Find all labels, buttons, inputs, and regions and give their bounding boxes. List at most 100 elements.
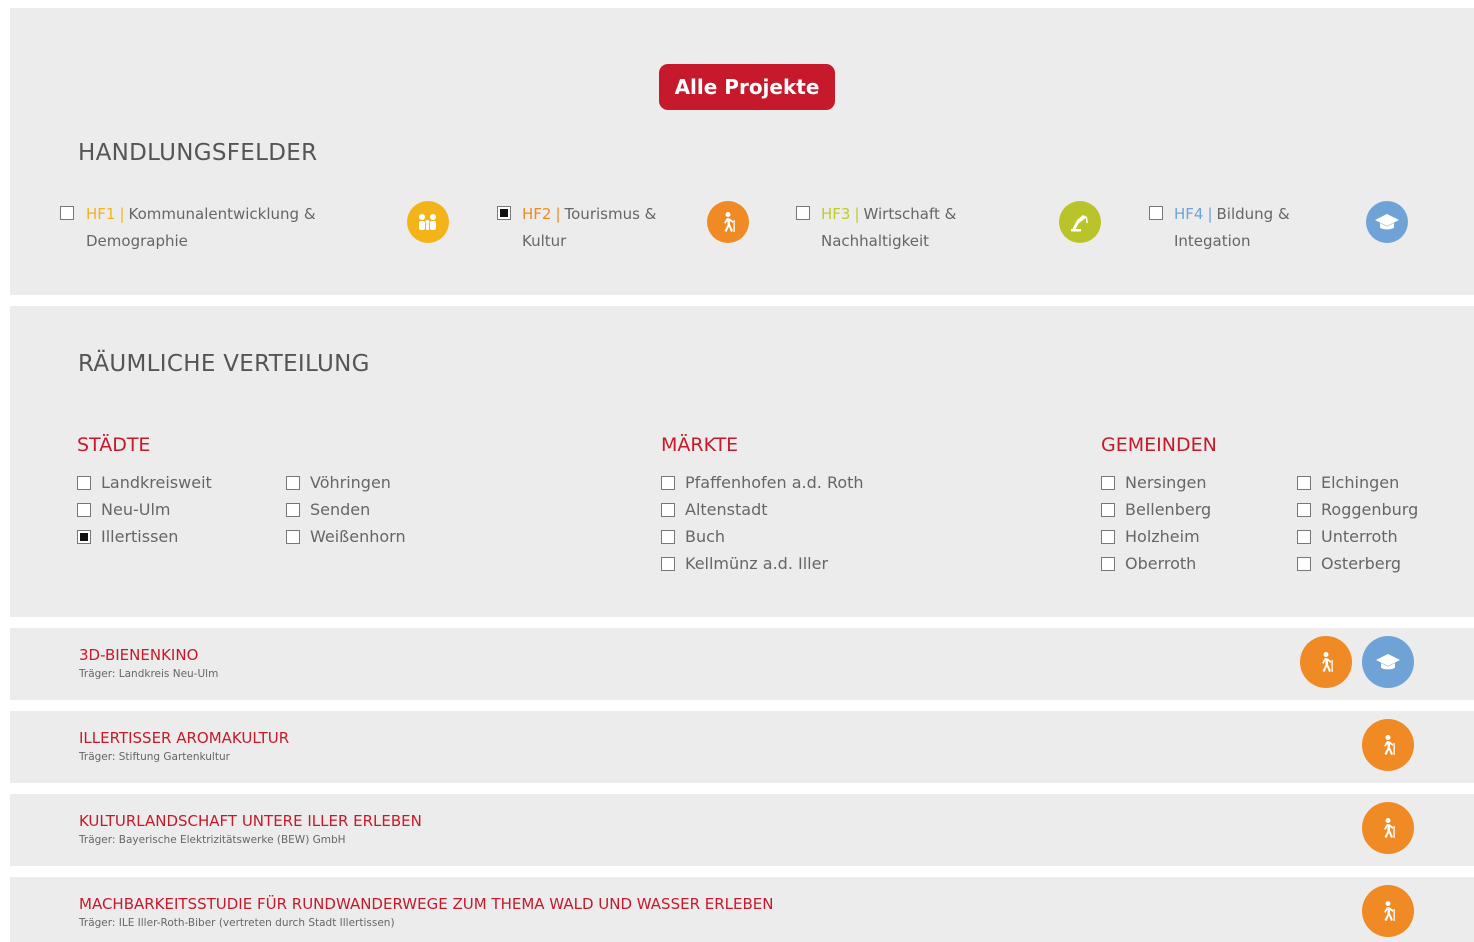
location-option[interactable]: Illertissen bbox=[77, 528, 178, 546]
hiker-icon bbox=[1362, 885, 1414, 937]
project-traeger: Träger: ILE Iller-Roth-Biber (vertreten … bbox=[79, 917, 395, 929]
checkbox[interactable] bbox=[1297, 530, 1311, 544]
project-title-link[interactable]: KULTURLANDSCHAFT UNTERE ILLER ERLEBEN bbox=[79, 812, 422, 830]
hf3-checkbox[interactable] bbox=[796, 206, 810, 220]
graduation-cap-icon bbox=[1362, 636, 1414, 688]
hf2-label[interactable]: HF2 | Tourismus & Kultur bbox=[522, 201, 656, 255]
hiker-icon bbox=[1362, 802, 1414, 854]
project-row[interactable]: ILLERTISSER AROMAKULTUR Träger: Stiftung … bbox=[10, 711, 1474, 783]
hf-name-line1: Wirtschaft & bbox=[863, 205, 957, 223]
location-option-label: Unterroth bbox=[1321, 527, 1398, 546]
location-option-label: Buch bbox=[685, 527, 726, 546]
location-option[interactable]: Landkreisweit bbox=[77, 474, 212, 492]
location-option-label: Neu-Ulm bbox=[101, 500, 171, 519]
checkbox[interactable] bbox=[1101, 557, 1115, 571]
hf-separator: | bbox=[555, 205, 561, 223]
location-option[interactable]: Kellmünz a.d. Iller bbox=[661, 555, 828, 573]
location-option[interactable]: Neu-Ulm bbox=[77, 501, 170, 519]
checkbox[interactable] bbox=[286, 503, 300, 517]
hf-separator: | bbox=[119, 205, 125, 223]
checkbox[interactable] bbox=[286, 530, 300, 544]
location-option[interactable]: Unterroth bbox=[1297, 528, 1398, 546]
location-option-label: Oberroth bbox=[1125, 554, 1197, 573]
hiker-icon bbox=[707, 201, 749, 243]
checkbox[interactable] bbox=[661, 503, 675, 517]
location-option[interactable]: Altenstadt bbox=[661, 501, 768, 519]
project-traeger: Träger: Landkreis Neu-Ulm bbox=[79, 668, 219, 680]
location-option-label: Vöhringen bbox=[310, 473, 391, 492]
hf-name-line1: Tourismus & bbox=[564, 205, 657, 223]
checkbox[interactable] bbox=[286, 476, 300, 490]
checkbox[interactable] bbox=[1101, 530, 1115, 544]
checkbox[interactable] bbox=[661, 557, 675, 571]
graduation-cap-icon bbox=[1366, 201, 1408, 243]
checkbox[interactable] bbox=[1101, 503, 1115, 517]
project-title-link[interactable]: ILLERTISSER AROMAKULTUR bbox=[79, 729, 289, 747]
location-option-label: Illertissen bbox=[101, 527, 179, 546]
hf-name-line2: Integation bbox=[1174, 232, 1251, 250]
checkbox[interactable] bbox=[1297, 476, 1311, 490]
location-option-label: Senden bbox=[310, 500, 371, 519]
hf1-label[interactable]: HF1 | Kommunalentwicklung & Demographie bbox=[86, 201, 316, 255]
maerkte-title: MÄRKTE bbox=[661, 434, 739, 456]
checkbox[interactable] bbox=[1101, 476, 1115, 490]
checkbox[interactable] bbox=[1297, 503, 1311, 517]
location-option-label: Roggenburg bbox=[1321, 500, 1419, 519]
hf1-checkbox[interactable] bbox=[60, 206, 74, 220]
location-option[interactable]: Roggenburg bbox=[1297, 501, 1418, 519]
hf3-label[interactable]: HF3 | Wirtschaft & Nachhaltigkeit bbox=[821, 201, 956, 255]
location-option-label: Landkreisweit bbox=[101, 473, 212, 492]
checkbox[interactable] bbox=[1297, 557, 1311, 571]
hf-code: HF2 bbox=[522, 205, 552, 223]
project-traeger: Träger: Bayerische Elektrizitätswerke (B… bbox=[79, 834, 346, 846]
location-option-label: Pfaffenhofen a.d. Roth bbox=[685, 473, 864, 492]
location-option[interactable]: Elchingen bbox=[1297, 474, 1399, 492]
all-projects-button[interactable]: Alle Projekte bbox=[659, 64, 835, 110]
location-option[interactable]: Vöhringen bbox=[286, 474, 391, 492]
checkbox[interactable] bbox=[77, 503, 91, 517]
location-option[interactable]: Nersingen bbox=[1101, 474, 1206, 492]
location-option[interactable]: Oberroth bbox=[1101, 555, 1196, 573]
checkbox[interactable] bbox=[661, 476, 675, 490]
hf-name-line1: Kommunalentwicklung & bbox=[128, 205, 316, 223]
hf-separator: | bbox=[1207, 205, 1213, 223]
checkbox-checked[interactable] bbox=[77, 530, 91, 544]
checkbox[interactable] bbox=[77, 476, 91, 490]
hf-code: HF4 bbox=[1174, 205, 1204, 223]
hf-separator: | bbox=[854, 205, 860, 223]
hf4-checkbox[interactable] bbox=[1149, 206, 1163, 220]
location-option-label: Nersingen bbox=[1125, 473, 1207, 492]
location-option[interactable]: Senden bbox=[286, 501, 370, 519]
verteilung-panel: RÄUMLICHE VERTEILUNG STÄDTE MÄRKTE GEMEI… bbox=[10, 306, 1474, 617]
location-option[interactable]: Buch bbox=[661, 528, 725, 546]
location-option-label: Bellenberg bbox=[1125, 500, 1212, 519]
checkbox[interactable] bbox=[661, 530, 675, 544]
location-option[interactable]: Bellenberg bbox=[1101, 501, 1211, 519]
project-row[interactable]: KULTURLANDSCHAFT UNTERE ILLER ERLEBEN Trä… bbox=[10, 794, 1474, 866]
location-option-label: Holzheim bbox=[1125, 527, 1200, 546]
location-option[interactable]: Pfaffenhofen a.d. Roth bbox=[661, 474, 864, 492]
hf-name-line2: Kultur bbox=[522, 232, 567, 250]
handlungsfelder-panel: Alle Projekte HANDLUNGSFELDER HF1 | Kommun… bbox=[10, 8, 1474, 295]
location-option[interactable]: Osterberg bbox=[1297, 555, 1401, 573]
hf-name-line2: Nachhaltigkeit bbox=[821, 232, 930, 250]
project-row[interactable]: MACHBARKEITSSTUDIE FÜR RUNDWANDERWEGE ZU… bbox=[10, 877, 1474, 942]
project-title-link[interactable]: 3D-BIENENKINO bbox=[79, 646, 198, 664]
location-option-label: Kellmünz a.d. Iller bbox=[685, 554, 829, 573]
location-option-label: Altenstadt bbox=[685, 500, 768, 519]
location-option[interactable]: Weißenhorn bbox=[286, 528, 406, 546]
hf2-checkbox[interactable] bbox=[497, 206, 511, 220]
location-option[interactable]: Holzheim bbox=[1101, 528, 1200, 546]
family-icon bbox=[407, 201, 449, 243]
location-option-label: Elchingen bbox=[1321, 473, 1400, 492]
hf4-label[interactable]: HF4 | Bildung & Integation bbox=[1174, 201, 1290, 255]
project-title-link[interactable]: MACHBARKEITSSTUDIE FÜR RUNDWANDERWEGE ZU… bbox=[79, 895, 773, 913]
hf-code: HF1 bbox=[86, 205, 116, 223]
hf-code: HF3 bbox=[821, 205, 851, 223]
project-traeger: Träger: Stiftung Gartenkultur bbox=[79, 751, 230, 763]
gemeinden-title: GEMEINDEN bbox=[1101, 434, 1217, 456]
project-row[interactable]: 3D-BIENENKINO Träger: Landkreis Neu-Ulm bbox=[10, 628, 1474, 700]
hf-name-line1: Bildung & bbox=[1216, 205, 1290, 223]
hiker-icon bbox=[1362, 719, 1414, 771]
handlungsfelder-title: HANDLUNGSFELDER bbox=[78, 140, 318, 166]
